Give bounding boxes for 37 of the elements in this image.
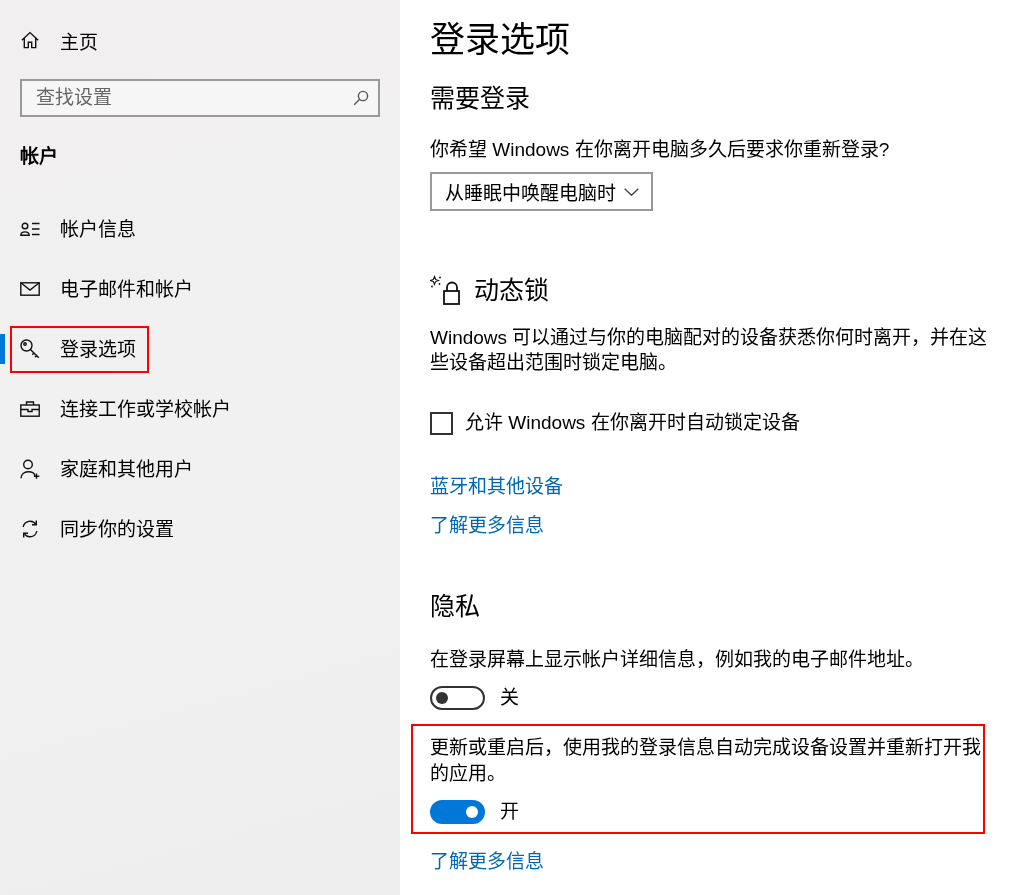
page-title: 登录选项 — [430, 19, 570, 61]
sidebar-item[interactable]: 同步你的设置 — [20, 515, 174, 543]
person-add-icon — [20, 459, 40, 479]
toggle-switch[interactable] — [430, 686, 485, 710]
sidebar-item[interactable]: 电子邮件和帐户 — [20, 275, 193, 303]
link[interactable]: 蓝牙和其他设备 — [430, 474, 563, 500]
home-item[interactable]: 主页 — [20, 20, 98, 60]
setting-question: 你希望 Windows 在你离开电脑多久后要求你重新登录? — [430, 138, 891, 162]
section-heading: 隐私 — [430, 591, 480, 622]
dropdown[interactable]: 从睡眠中唤醒电脑时 — [430, 172, 653, 211]
mail-icon — [20, 282, 40, 296]
person-list-icon — [20, 222, 40, 236]
key-icon — [20, 339, 40, 359]
sidebar-item[interactable]: 连接工作或学校帐户 — [20, 395, 231, 423]
lock-icon — [430, 275, 460, 305]
checkbox[interactable] — [430, 411, 453, 435]
setting-description: 在登录屏幕上显示帐户详细信息，例如我的电子邮件地址。 — [430, 648, 925, 672]
section-title: 帐户 — [20, 145, 58, 169]
setting-description: 更新或重启后，使用我的登录信息自动完成设备设置并重新打开我的应用。 — [430, 736, 982, 786]
toggle-state-label: 开 — [500, 800, 519, 824]
search-icon — [353, 90, 369, 106]
sidebar-item[interactable]: 登录选项 — [20, 335, 136, 363]
home-icon — [20, 30, 40, 50]
toggle-switch[interactable] — [430, 800, 485, 824]
checkbox-label: 允许 Windows 在你离开时自动锁定设备 — [465, 411, 800, 435]
sidebar-item[interactable]: 帐户信息 — [20, 215, 136, 243]
search-field[interactable]: 查找设置 — [20, 79, 380, 117]
section-heading: 动态锁 — [474, 275, 549, 306]
sidebar-item[interactable]: 家庭和其他用户 — [20, 455, 193, 483]
toggle-state-label: 关 — [500, 686, 519, 710]
chevron-down-icon — [624, 187, 639, 196]
section-heading: 需要登录 — [430, 83, 530, 114]
section-description: Windows 可以通过与你的电脑配对的设备获悉你何时离开，并在这些设备超出范围时锁定电脑。 — [430, 326, 989, 375]
link[interactable]: 了解更多信息 — [430, 513, 544, 539]
briefcase-icon — [20, 401, 40, 417]
sync-icon — [20, 519, 40, 539]
link[interactable]: 了解更多信息 — [430, 849, 544, 875]
